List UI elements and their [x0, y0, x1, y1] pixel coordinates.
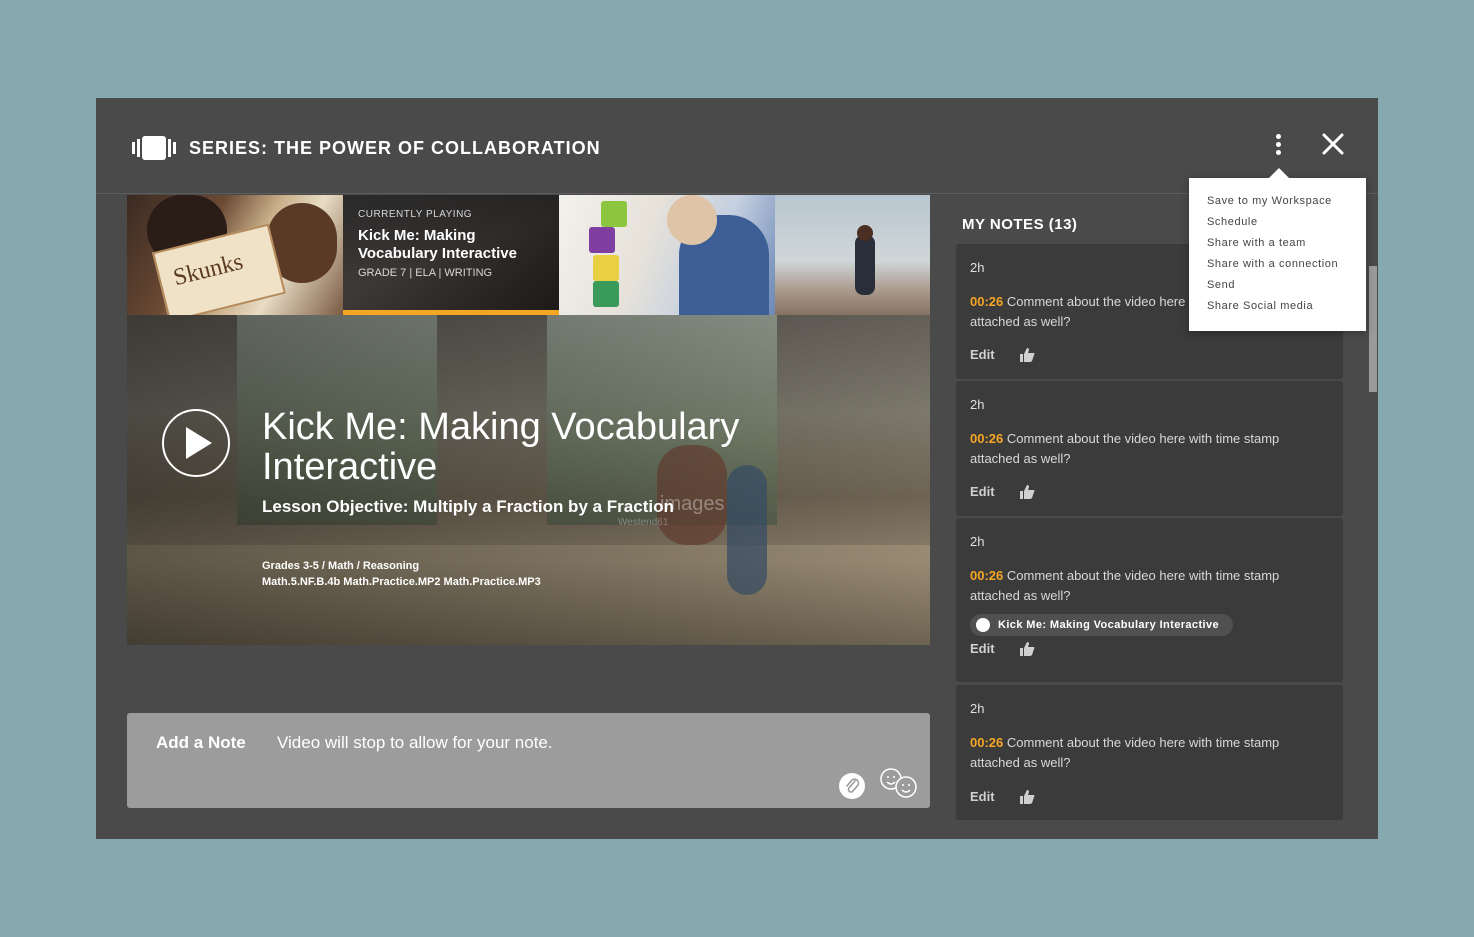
currently-playing-subtitle: GRADE 7 | ELA | WRITING: [358, 267, 493, 279]
note-card: 2h 00:26 Comment about the video here wi…: [956, 685, 1343, 820]
menu-item-share-social[interactable]: Share Social media: [1207, 300, 1313, 312]
video-title: Kick Me: Making Vocabulary Interactive: [262, 406, 740, 488]
note-time: 2h: [970, 260, 985, 275]
note-edit-button[interactable]: Edit: [970, 641, 995, 656]
menu-item-save-workspace[interactable]: Save to my Workspace: [1207, 195, 1332, 207]
note-edit-button[interactable]: Edit: [970, 347, 995, 362]
video-standards: Math.5.NF.B.4b Math.Practice.MP2 Math.Pr…: [262, 576, 541, 588]
note-text: Comment about the video here with time s…: [970, 568, 1280, 603]
series-title: SERIES: THE POWER OF COLLABORATION: [189, 138, 601, 158]
thumbs-up-icon[interactable]: [1019, 348, 1035, 362]
play-icon: [186, 427, 212, 459]
note-card: 2h 00:26 Comment about the video here wi…: [956, 381, 1343, 516]
video-modal: SERIES: THE POWER OF COLLABORATION Skunk…: [96, 98, 1378, 839]
note-time: 2h: [970, 534, 985, 549]
video-thumbnail-current[interactable]: CURRENTLY PLAYING Kick Me: Making Vocabu…: [343, 195, 559, 315]
note-text: Comment about the video here with time s…: [970, 431, 1280, 466]
currently-playing-label: CURRENTLY PLAYING: [358, 209, 473, 220]
thumbs-up-icon[interactable]: [1019, 642, 1035, 656]
menu-item-share-connection[interactable]: Share with a connection: [1207, 258, 1338, 270]
note-body: 00:26 Comment about the video here with …: [970, 733, 1330, 773]
menu-item-share-team[interactable]: Share with a team: [1207, 237, 1306, 249]
notes-scrollbar[interactable]: [1369, 266, 1377, 392]
emoji-icon[interactable]: [879, 767, 919, 799]
video-thumbnail[interactable]: [559, 195, 775, 315]
note-timestamp[interactable]: 00:26: [970, 568, 1003, 583]
attached-video-chip[interactable]: Kick Me: Making Vocabulary Interactive: [970, 614, 1234, 636]
options-menu: Save to my Workspace Schedule Share with…: [1189, 168, 1366, 331]
series-icon: [132, 136, 176, 160]
note-edit-button[interactable]: Edit: [970, 789, 995, 804]
video-thumbnail[interactable]: Skunks: [127, 195, 343, 315]
note-edit-button[interactable]: Edit: [970, 484, 995, 499]
attached-video-title: Kick Me: Making Vocabulary Interactive: [998, 619, 1220, 631]
note-timestamp[interactable]: 00:26: [970, 735, 1003, 750]
note-body: 00:26 Comment about the video here with …: [970, 566, 1330, 606]
video-thumbnail[interactable]: [775, 195, 930, 315]
note-body: 00:26 Comment about the video here with …: [970, 429, 1330, 469]
menu-item-send[interactable]: Send: [1207, 279, 1235, 291]
video-player[interactable]: Kick Me: Making Vocabulary Interactive i…: [127, 315, 930, 645]
note-timestamp[interactable]: 00:26: [970, 431, 1003, 446]
paperclip-icon: [976, 618, 990, 632]
note-input[interactable]: [277, 731, 877, 755]
video-grades-subject: Grades 3-5 / Math / Reasoning: [262, 560, 420, 572]
attach-button[interactable]: [839, 773, 865, 799]
menu-item-schedule[interactable]: Schedule: [1207, 216, 1258, 228]
more-options-icon[interactable]: [1268, 132, 1288, 158]
paperclip-icon: [846, 778, 860, 793]
my-notes-title: MY NOTES (13): [962, 216, 1078, 233]
note-text: Comment about the video here with time s…: [970, 735, 1280, 770]
note-card: 2h 00:26 Comment about the video here wi…: [956, 518, 1343, 682]
currently-playing-title: Kick Me: Making Vocabulary Interactive: [358, 227, 517, 262]
watermark-small: Westend61: [618, 517, 669, 528]
close-icon[interactable]: [1321, 132, 1345, 156]
modal-header: SERIES: THE POWER OF COLLABORATION: [96, 98, 1378, 194]
note-timestamp[interactable]: 00:26: [970, 294, 1003, 309]
thumbs-up-icon[interactable]: [1019, 485, 1035, 499]
play-button[interactable]: [162, 409, 230, 477]
lesson-objective: Lesson Objective: Multiply a Fraction by…: [262, 497, 674, 516]
thumbs-up-icon[interactable]: [1019, 790, 1035, 804]
video-strip: Skunks CURRENTLY PLAYING Kick Me: Making…: [127, 195, 930, 315]
note-time: 2h: [970, 701, 985, 716]
note-time: 2h: [970, 397, 985, 412]
add-note-box: Add a Note: [127, 713, 930, 808]
add-note-label: Add a Note: [156, 733, 246, 752]
